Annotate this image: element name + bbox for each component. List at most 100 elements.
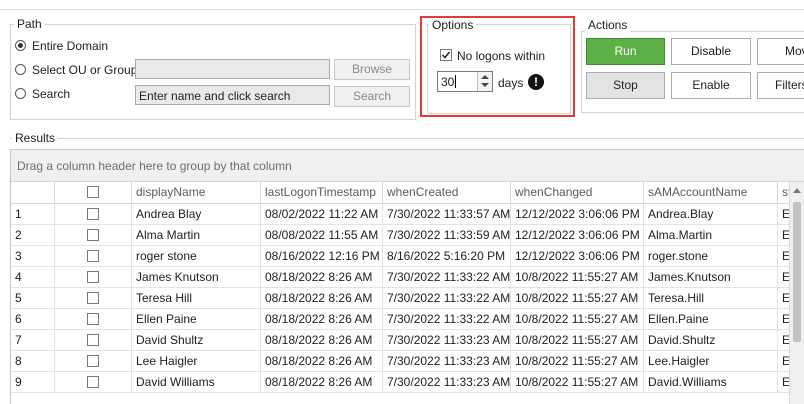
row-select-cell[interactable] xyxy=(55,204,132,225)
row-number-cell: 6 xyxy=(11,309,55,330)
table-row[interactable]: 1 Andrea Blay 08/02/2022 11:22 AM 7/30/2022… xyxy=(11,204,804,225)
warning-icon: ! xyxy=(528,74,544,90)
whenchanged-cell: 10/8/2022 11:55:27 AM xyxy=(511,372,644,393)
whenchanged-cell: 10/8/2022 11:55:27 AM xyxy=(511,330,644,351)
options-highlight xyxy=(420,16,575,117)
row-checkbox[interactable] xyxy=(87,229,99,241)
whenchanged-cell: 10/8/2022 11:55:27 AM xyxy=(511,288,644,309)
results-grid[interactable]: Drag a column header here to group by th… xyxy=(10,149,804,404)
displayname-cell: Teresa Hill xyxy=(132,288,261,309)
entire-domain-radio[interactable] xyxy=(15,40,26,51)
whenchanged-cell: 10/8/2022 11:55:27 AM xyxy=(511,267,644,288)
row-checkbox[interactable] xyxy=(87,208,99,220)
displayname-cell: James Knutson xyxy=(132,267,261,288)
row-select-cell[interactable] xyxy=(55,288,132,309)
row-number-cell: 5 xyxy=(11,288,55,309)
row-select-cell[interactable] xyxy=(55,267,132,288)
row-checkbox[interactable] xyxy=(87,355,99,367)
displayname-cell: Andrea Blay xyxy=(132,204,261,225)
group-by-area[interactable]: Drag a column header here to group by th… xyxy=(11,150,804,182)
scroll-thumb[interactable] xyxy=(793,202,801,342)
samaccountname-cell: Teresa.Hill xyxy=(644,288,778,309)
samaccountname-cell: David.Shultz xyxy=(644,330,778,351)
whenchanged-cell: 12/12/2022 3:06:06 PM xyxy=(511,225,644,246)
run-button[interactable]: Run xyxy=(586,38,665,65)
column-header-samaccountname[interactable]: sAMAccountName xyxy=(644,182,778,204)
table-row[interactable]: 6 Ellen Paine 08/18/2022 8:26 AM 7/30/2022 … xyxy=(11,309,804,330)
table-row[interactable]: 5 Teresa Hill 08/18/2022 8:26 AM 7/30/2022 … xyxy=(11,288,804,309)
row-number-cell: 1 xyxy=(11,204,55,225)
top-divider xyxy=(0,9,804,10)
stepper-buttons[interactable] xyxy=(477,72,492,91)
search-input[interactable]: Enter name and click search xyxy=(135,85,330,105)
vertical-scrollbar[interactable] xyxy=(789,182,804,404)
table-row[interactable]: 2 Alma Martin 08/08/2022 11:55 AM 7/30/2022… xyxy=(11,225,804,246)
lastlogon-cell: 08/02/2022 11:22 AM xyxy=(261,204,383,225)
row-checkbox[interactable] xyxy=(87,292,99,304)
row-checkbox[interactable] xyxy=(87,250,99,262)
whencreated-cell: 7/30/2022 11:33:22 AM xyxy=(383,288,511,309)
disable-button[interactable]: Disable xyxy=(671,38,751,65)
select-all-header[interactable] xyxy=(55,182,132,204)
lastlogon-cell: 08/18/2022 8:26 AM xyxy=(261,309,383,330)
ou-field[interactable] xyxy=(135,59,330,79)
row-number-cell: 4 xyxy=(11,267,55,288)
search-button[interactable]: Search xyxy=(334,86,410,107)
table-row[interactable]: 4 James Knutson 08/18/2022 8:26 AM 7/30/202… xyxy=(11,267,804,288)
whenchanged-cell: 10/8/2022 11:55:27 AM xyxy=(511,309,644,330)
row-select-cell[interactable] xyxy=(55,351,132,372)
days-value: 30 xyxy=(441,75,455,89)
row-select-cell[interactable] xyxy=(55,372,132,393)
table-row[interactable]: 9 David Williams 08/18/2022 8:26 AM 7/30/20… xyxy=(11,372,804,393)
samaccountname-cell: David.Williams xyxy=(644,372,778,393)
row-select-cell[interactable] xyxy=(55,246,132,267)
row-select-cell[interactable] xyxy=(55,225,132,246)
enable-button[interactable]: Enable xyxy=(671,72,751,99)
filters-button[interactable]: Filters xyxy=(757,72,804,99)
row-checkbox[interactable] xyxy=(87,313,99,325)
whencreated-cell: 7/30/2022 11:33:23 AM xyxy=(383,372,511,393)
column-header-whencreated[interactable]: whenCreated xyxy=(383,182,511,204)
row-checkbox[interactable] xyxy=(87,376,99,388)
entire-domain-label: Entire Domain xyxy=(32,39,109,53)
displayname-cell: David Williams xyxy=(132,372,261,393)
lastlogon-cell: 08/18/2022 8:26 AM xyxy=(261,288,383,309)
row-checkbox[interactable] xyxy=(87,334,99,346)
row-number-cell: 9 xyxy=(11,372,55,393)
lastlogon-cell: 08/08/2022 11:55 AM xyxy=(261,225,383,246)
column-header-whenchanged[interactable]: whenChanged xyxy=(511,182,644,204)
lastlogon-cell: 08/18/2022 8:26 AM xyxy=(261,351,383,372)
row-number-cell: 3 xyxy=(11,246,55,267)
search-radio[interactable] xyxy=(15,88,26,99)
stop-button[interactable]: Stop xyxy=(586,72,665,99)
no-logons-checkbox[interactable] xyxy=(440,49,452,61)
whencreated-cell: 8/16/2022 5:16:20 PM xyxy=(383,246,511,267)
table-row[interactable]: 8 Lee Haigler 08/18/2022 8:26 AM 7/30/2022 … xyxy=(11,351,804,372)
browse-button[interactable]: Browse xyxy=(334,59,410,80)
column-header-lastlogon[interactable]: lastLogonTimestamp xyxy=(261,182,383,204)
lastlogon-cell: 08/18/2022 8:26 AM xyxy=(261,372,383,393)
table-row[interactable]: 3 roger stone 08/16/2022 12:16 PM 8/16/2022… xyxy=(11,246,804,267)
stepper-up-icon[interactable] xyxy=(481,75,489,79)
samaccountname-cell: James.Knutson xyxy=(644,267,778,288)
move-button[interactable]: Mov xyxy=(757,38,804,65)
table-row[interactable]: 7 David Shultz 08/18/2022 8:26 AM 7/30/2022… xyxy=(11,330,804,351)
whencreated-cell: 7/30/2022 11:33:22 AM xyxy=(383,309,511,330)
select-ou-radio[interactable] xyxy=(15,64,26,75)
row-select-cell[interactable] xyxy=(55,330,132,351)
whencreated-cell: 7/30/2022 11:33:23 AM xyxy=(383,351,511,372)
row-number-header xyxy=(11,182,55,204)
column-header-displayname[interactable]: displayName xyxy=(132,182,261,204)
stepper-down-icon[interactable] xyxy=(481,83,489,87)
displayname-cell: Lee Haigler xyxy=(132,351,261,372)
displayname-cell: Alma Martin xyxy=(132,225,261,246)
whenchanged-cell: 12/12/2022 3:06:06 PM xyxy=(511,204,644,225)
days-stepper[interactable]: 30 xyxy=(437,71,493,92)
samaccountname-cell: roger.stone xyxy=(644,246,778,267)
samaccountname-cell: Andrea.Blay xyxy=(644,204,778,225)
row-checkbox[interactable] xyxy=(87,271,99,283)
scroll-up-icon[interactable] xyxy=(793,188,801,193)
select-all-checkbox[interactable] xyxy=(87,186,99,198)
row-select-cell[interactable] xyxy=(55,309,132,330)
samaccountname-cell: Lee.Haigler xyxy=(644,351,778,372)
